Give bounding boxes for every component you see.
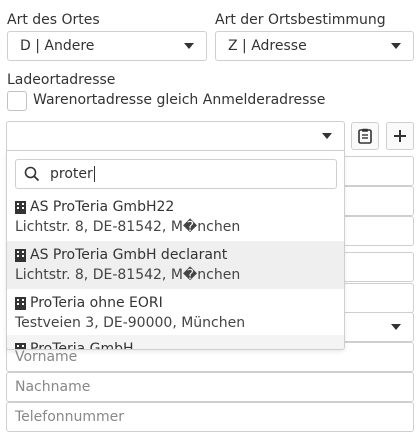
dropdown-option-highlighted[interactable]: AS ProTeria GmbH declarant Lichtstr. 8, … [7,241,344,289]
option-address: Testveien 3, DE-90000, München [15,315,246,331]
chevron-down-icon [391,324,401,330]
chevron-down-icon [184,43,194,49]
dropdown-option[interactable]: AS ProTeria GmbH22 Lichtstr. 8, DE-81542… [7,193,344,241]
art-des-ortes-value: D | Andere [20,38,95,54]
art-des-ortes-select[interactable]: D | Andere [7,31,207,61]
telefon-placeholder: Telefonnummer [15,409,125,425]
building-icon [15,200,26,214]
text-cursor [93,166,95,182]
art-des-ortes-label: Art des Ortes [7,12,100,28]
nachname-input[interactable]: Nachname [6,372,414,402]
option-address: Lichtstr. 8, DE-81542, M�nchen [15,219,241,235]
nachname-placeholder: Nachname [15,379,91,395]
option-address: Lichtstr. 8, DE-81542, M�nchen [15,267,241,283]
building-icon [15,342,26,349]
waren-checkbox[interactable] [7,91,27,111]
option-name: ProTeria GmbH [30,341,134,350]
plus-icon [394,130,406,142]
art-ortsbestimmung-value: Z | Adresse [228,38,307,54]
chevron-down-icon [391,43,401,49]
dropdown-option[interactable]: ProTeria ohne EORI Testveien 3, DE-90000… [7,289,344,337]
art-ortsbestimmung-label: Art der Ortsbestimmung [215,12,386,28]
ladeort-select[interactable] [6,121,345,151]
dropdown-search-value: proter [50,166,93,182]
ladeort-label: Ladeortadresse [7,72,116,88]
vorname-placeholder: Vorname [15,349,78,365]
building-icon [15,248,26,262]
dropdown-option[interactable]: ProTeria GmbH [7,335,344,350]
search-icon [24,166,40,182]
art-ortsbestimmung-select[interactable]: Z | Adresse [215,31,414,61]
option-name: ProTeria ohne EORI [30,295,163,311]
address-dropdown: proter AS ProTeria GmbH22 Lichtstr. 8, D… [6,151,345,350]
add-address-button[interactable] [386,122,414,150]
option-name: AS ProTeria GmbH declarant [30,247,228,263]
chevron-down-icon [322,133,332,139]
clipboard-icon [358,128,372,144]
dropdown-search-input[interactable]: proter [15,159,337,189]
copy-address-button[interactable] [351,122,379,150]
building-icon [15,296,26,310]
option-name: AS ProTeria GmbH22 [30,199,175,215]
waren-checkbox-label: Warenortadresse gleich Anmelderadresse [33,92,326,108]
